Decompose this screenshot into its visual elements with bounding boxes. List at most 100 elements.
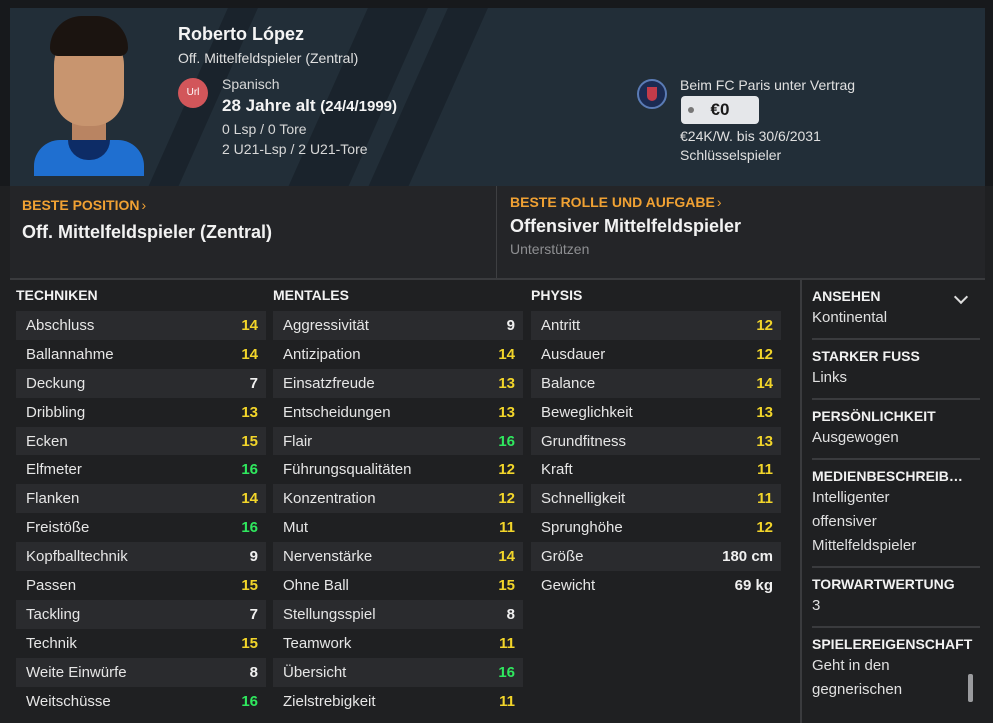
best-position-link[interactable]: BESTE POSITION › bbox=[22, 197, 146, 215]
attribute-row[interactable]: Größe 180 cm bbox=[531, 542, 781, 572]
attribute-label: Weite Einwürfe bbox=[26, 663, 127, 681]
attribute-row[interactable]: Nervenstärke 14 bbox=[273, 542, 523, 572]
attribute-row[interactable]: Beweglichkeit 13 bbox=[531, 398, 781, 427]
attribute-value: 15 bbox=[498, 576, 515, 594]
attribute-row[interactable]: Übersicht 16 bbox=[273, 657, 523, 687]
attribute-value: 16 bbox=[241, 461, 258, 479]
best-position-title: BESTE POSITION bbox=[22, 197, 140, 213]
attribute-label: Teamwork bbox=[283, 634, 352, 652]
player-info-sidebar: ANSEHEN Kontinental STARKER FUSS Links PERSÖ… bbox=[812, 280, 980, 710]
attribute-value: 12 bbox=[498, 461, 515, 479]
attribute-label: Mut bbox=[283, 519, 309, 537]
scrollbar-thumb[interactable] bbox=[968, 674, 973, 702]
sidebar-section-value: 3 bbox=[812, 597, 821, 614]
attribute-row[interactable]: Grundfitness 13 bbox=[531, 426, 781, 456]
player-name: Roberto López bbox=[178, 24, 304, 44]
attribute-value: 8 bbox=[506, 605, 515, 623]
attribute-row[interactable]: Ballannahme 14 bbox=[16, 340, 266, 369]
mental-attributes: MENTALES Aggressivität 9 Antizipation 14 Ein… bbox=[273, 285, 523, 715]
attribute-value: 14 bbox=[241, 490, 258, 508]
attribute-row[interactable]: Entscheidungen 13 bbox=[273, 398, 523, 427]
contract-club[interactable]: Beim FC Paris unter Vertrag bbox=[680, 77, 855, 93]
attribute-row[interactable]: Antizipation 14 bbox=[273, 340, 523, 369]
attribute-label: Stellungsspiel bbox=[283, 605, 376, 623]
attribute-row[interactable]: Stellungsspiel 8 bbox=[273, 599, 523, 629]
attribute-row[interactable]: Führungsqualitäten 12 bbox=[273, 455, 523, 484]
age-value: 28 Jahre alt bbox=[222, 96, 316, 115]
attribute-row[interactable]: Passen 15 bbox=[16, 571, 266, 600]
attribute-row[interactable]: Abschluss 14 bbox=[16, 311, 266, 340]
best-position-value: Off. Mittelfeldspieler (Zentral) bbox=[22, 222, 273, 242]
attribute-row[interactable]: Technik 15 bbox=[16, 629, 266, 658]
attribute-row[interactable]: Sprunghöhe 12 bbox=[531, 513, 781, 542]
club-badge-icon[interactable] bbox=[637, 79, 667, 109]
attribute-row[interactable]: Dribbling 13 bbox=[16, 398, 266, 427]
attribute-row[interactable]: Aggressivität 9 bbox=[273, 311, 523, 340]
attribute-row[interactable]: Weite Einwürfe 8 bbox=[16, 657, 266, 687]
sidebar-section-value: Links bbox=[812, 369, 848, 386]
attribute-label: Grundfitness bbox=[541, 432, 627, 450]
attribute-row[interactable]: Teamwork 11 bbox=[273, 629, 523, 658]
player-position: Off. Mittelfeldspieler (Zentral) bbox=[178, 50, 359, 66]
attribute-row[interactable]: Deckung 7 bbox=[16, 368, 266, 398]
attribute-value: 13 bbox=[498, 374, 515, 392]
attribute-value: 9 bbox=[506, 316, 515, 334]
attribute-value: 11 bbox=[757, 490, 773, 508]
attribute-label: Ballannahme bbox=[26, 345, 114, 363]
attribute-label: Freistöße bbox=[26, 519, 90, 537]
attribute-label: Abschluss bbox=[26, 316, 95, 334]
best-role-panel: BESTE ROLLE UND AUFGABE › Offensiver Mitt… bbox=[497, 186, 985, 278]
chevron-right-icon: › bbox=[141, 197, 147, 213]
international-caps: 0 Lsp / 0 Tore bbox=[222, 121, 307, 137]
sidebar-section: PERSÖNLICHKEIT Ausgewogen bbox=[812, 400, 980, 460]
attribute-value: 14 bbox=[498, 345, 515, 363]
market-value: €0 bbox=[710, 100, 730, 119]
technical-attributes: TECHNIKEN Abschluss 14 Ballannahme 14 Deckun… bbox=[16, 285, 266, 715]
column-title: PHYSIS bbox=[531, 287, 583, 303]
sidebar-section-value: Ausgewogen bbox=[812, 429, 899, 446]
sidebar-section: SPIELEREIGENSCHAFT Geht in den gegnerisch… bbox=[812, 628, 980, 710]
attribute-label: Flair bbox=[283, 432, 313, 450]
attribute-row[interactable]: Schnelligkeit 11 bbox=[531, 484, 781, 514]
attribute-row[interactable]: Ohne Ball 15 bbox=[273, 571, 523, 600]
attribute-row[interactable]: Balance 14 bbox=[531, 368, 781, 398]
attribute-row[interactable]: Antritt 12 bbox=[531, 311, 781, 340]
attribute-row[interactable]: Mut 11 bbox=[273, 513, 523, 542]
attribute-value: 11 bbox=[499, 519, 515, 537]
attribute-row[interactable]: Gewicht 69 kg bbox=[531, 571, 781, 600]
sidebar-section[interactable]: ANSEHEN Kontinental bbox=[812, 280, 980, 340]
attribute-row[interactable]: Elfmeter 16 bbox=[16, 455, 266, 484]
best-role-link[interactable]: BESTE ROLLE UND AUFGABE › bbox=[510, 194, 722, 212]
attribute-label: Einsatzfreude bbox=[283, 374, 375, 392]
attribute-value: 15 bbox=[241, 576, 258, 594]
sidebar-section-title: MEDIENBESCHREIB… bbox=[812, 468, 963, 484]
attribute-value: 14 bbox=[756, 374, 773, 392]
attribute-row[interactable]: Einsatzfreude 13 bbox=[273, 368, 523, 398]
nationality-flag-icon[interactable]: Url bbox=[178, 78, 208, 108]
attribute-label: Flanken bbox=[26, 490, 80, 508]
attribute-label: Zielstrebigkeit bbox=[283, 692, 376, 710]
attribute-value: 14 bbox=[498, 548, 515, 566]
contract-wage: €24K/W. bis 30/6/2031 bbox=[680, 128, 821, 144]
sidebar-section: MEDIENBESCHREIB… Intelligenter offensiver… bbox=[812, 460, 980, 568]
market-value-badge[interactable]: €0 bbox=[681, 96, 759, 124]
attribute-row[interactable]: Freistöße 16 bbox=[16, 513, 266, 542]
attribute-value: 8 bbox=[249, 663, 258, 681]
attribute-row[interactable]: Flanken 14 bbox=[16, 484, 266, 514]
attribute-row[interactable]: Flair 16 bbox=[273, 426, 523, 456]
best-role-title: BESTE ROLLE UND AUFGABE bbox=[510, 194, 715, 210]
attribute-row[interactable]: Tackling 7 bbox=[16, 599, 266, 629]
attribute-row[interactable]: Konzentration 12 bbox=[273, 484, 523, 514]
attribute-value: 16 bbox=[241, 519, 258, 537]
attribute-row[interactable]: Ecken 15 bbox=[16, 426, 266, 456]
attribute-value: 16 bbox=[498, 663, 515, 681]
attribute-row[interactable]: Kraft 11 bbox=[531, 455, 781, 484]
attribute-value: 12 bbox=[756, 316, 773, 334]
attribute-row[interactable]: Kopfballtechnik 9 bbox=[16, 542, 266, 572]
attribute-label: Elfmeter bbox=[26, 461, 82, 479]
attribute-value: 11 bbox=[757, 461, 773, 479]
attribute-row[interactable]: Weitschüsse 16 bbox=[16, 687, 266, 716]
header-background bbox=[10, 8, 985, 186]
attribute-row[interactable]: Ausdauer 12 bbox=[531, 340, 781, 369]
attribute-row[interactable]: Zielstrebigkeit 11 bbox=[273, 687, 523, 716]
